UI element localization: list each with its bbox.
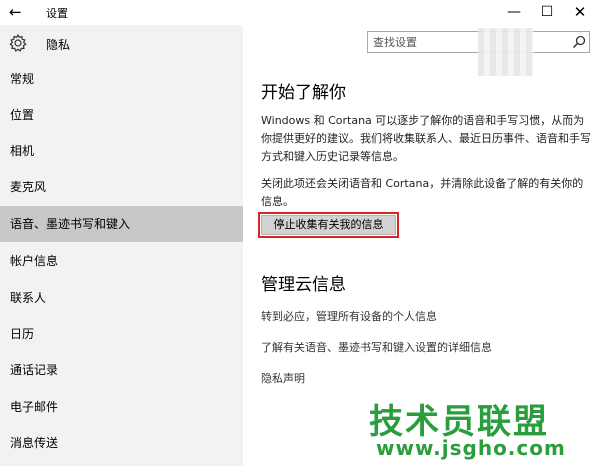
sidebar-item-email[interactable]: 电子邮件 [0,389,243,425]
search-input[interactable] [373,32,563,52]
page-title: 隐私 [46,38,71,52]
title-bar: ← 设置 — ☐ ✕ [0,0,599,25]
maximize-button[interactable]: ☐ [533,2,561,22]
sidebar-item-location[interactable]: 位置 [0,97,243,133]
back-arrow-icon[interactable]: ← [9,3,29,21]
section-title-manage-cloud-info: 管理云信息 [261,275,346,295]
stop-collecting-button[interactable]: 停止收集有关我的信息 [258,212,399,238]
sidebar-item-speech-inking-typing[interactable]: 语音、墨迹书写和键入 [0,206,243,242]
sidebar-item-account-info[interactable]: 帐户信息 [0,243,243,279]
disable-note-paragraph: 关闭此项还会关闭语音和 Cortana，并清除此设备了解的有关你的信息。 [261,177,584,208]
sidebar-item-microphone[interactable]: 麦克风 [0,169,243,205]
sidebar-item-camera[interactable]: 相机 [0,133,243,169]
link-learn-more-speech-settings[interactable]: 了解有关语音、墨迹书写和键入设置的详细信息 [261,339,492,355]
sidebar-item-general[interactable]: 常规 [0,61,243,97]
link-bing-manage-info[interactable]: 转到必应，管理所有设备的个人信息 [261,308,437,324]
section-title-get-to-know-you: 开始了解你 [261,83,346,103]
sidebar-item-calendar[interactable]: 日历 [0,316,243,352]
watermark-url: www.jsgho.com [376,436,566,460]
minimize-button[interactable]: — [500,2,528,22]
redaction-blur [478,28,533,76]
intro-paragraph: Windows 和 Cortana 可以逐步了解你的语音和手写习惯，从而为你提供… [261,114,591,163]
close-button[interactable]: ✕ [566,2,594,22]
window-title: 设置 [46,7,68,20]
search-icon[interactable] [572,35,586,49]
sidebar-item-messaging[interactable]: 消息传送 [0,425,243,461]
gear-icon [9,33,27,52]
link-privacy-statement[interactable]: 隐私声明 [261,370,305,386]
sidebar-item-call-history[interactable]: 通话记录 [0,352,243,388]
sidebar-item-contacts[interactable]: 联系人 [0,280,243,316]
